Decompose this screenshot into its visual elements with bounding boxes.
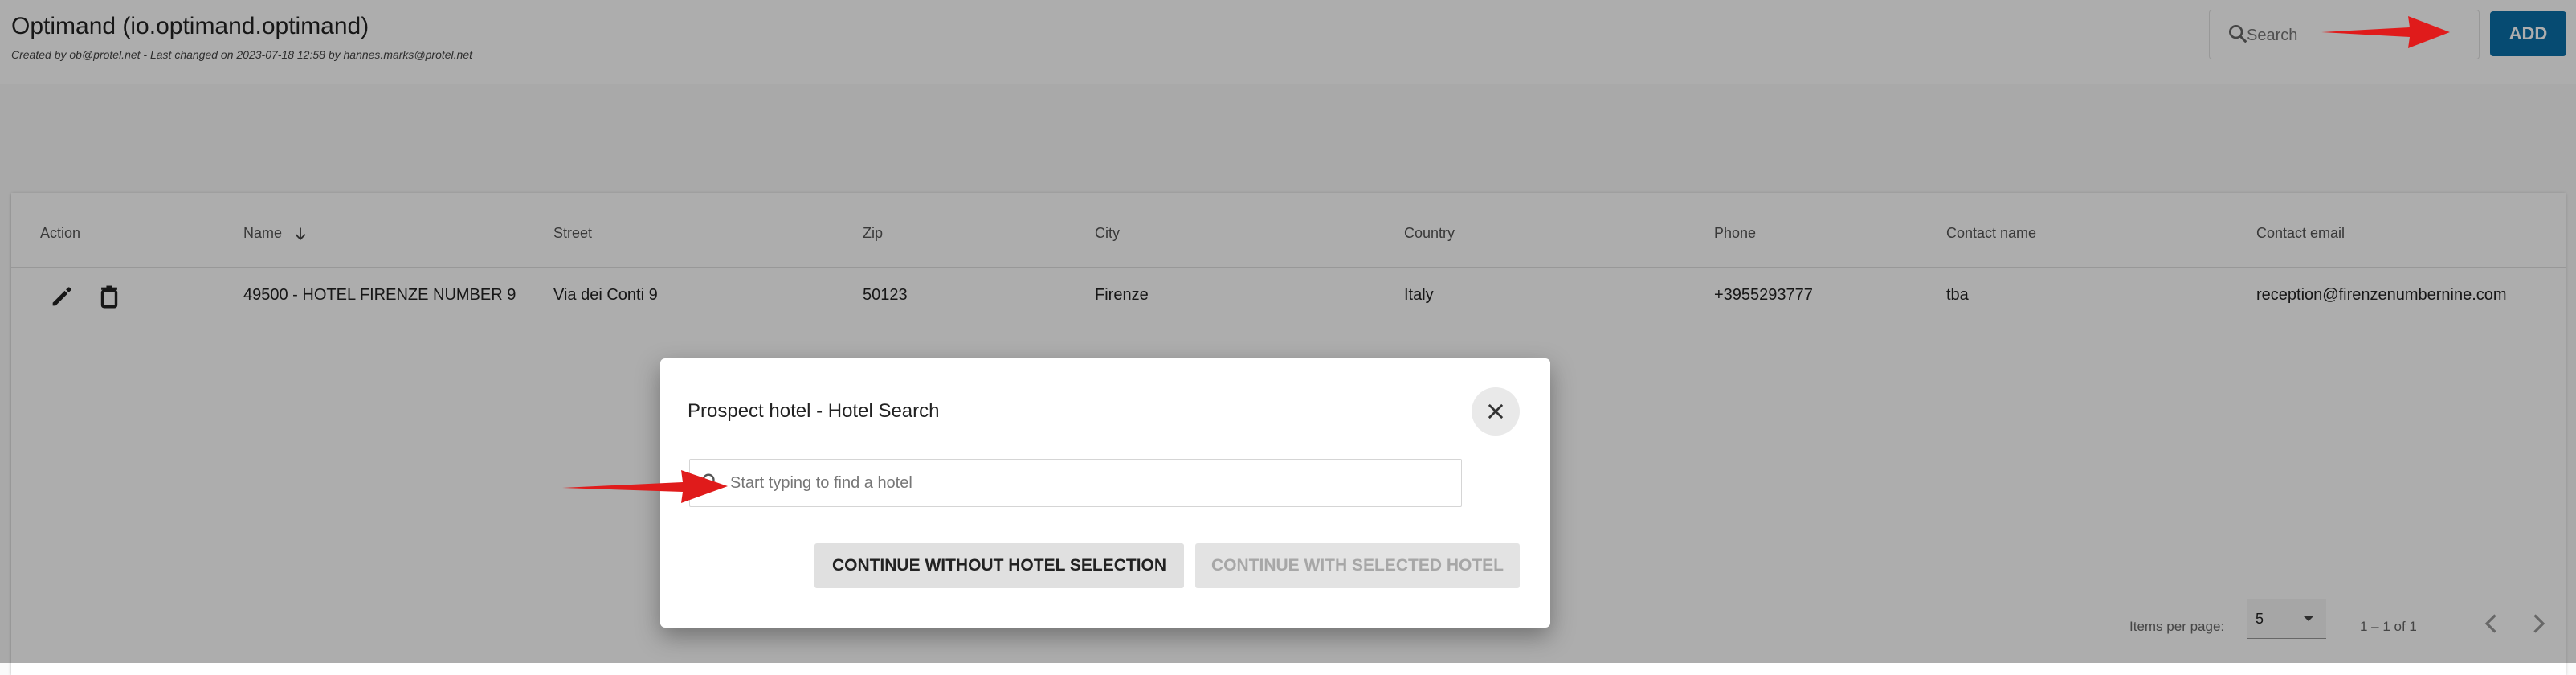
dialog-title: Prospect hotel - Hotel Search <box>688 400 940 422</box>
close-button[interactable] <box>1472 387 1520 436</box>
hotel-search-dialog: Prospect hotel - Hotel Search Start typi… <box>660 358 1550 628</box>
close-icon <box>1488 403 1504 419</box>
hotel-search-input[interactable]: Start typing to find a hotel <box>689 459 1462 507</box>
hotel-search-placeholder: Start typing to find a hotel <box>730 474 912 492</box>
continue-without-selection-button[interactable]: CONTINUE WITHOUT HOTEL SELECTION <box>814 543 1184 588</box>
continue-with-selected-button[interactable]: CONTINUE WITH SELECTED HOTEL <box>1195 543 1520 588</box>
annotation-arrow-icon <box>562 470 728 503</box>
annotation-arrow-icon <box>2321 16 2450 48</box>
